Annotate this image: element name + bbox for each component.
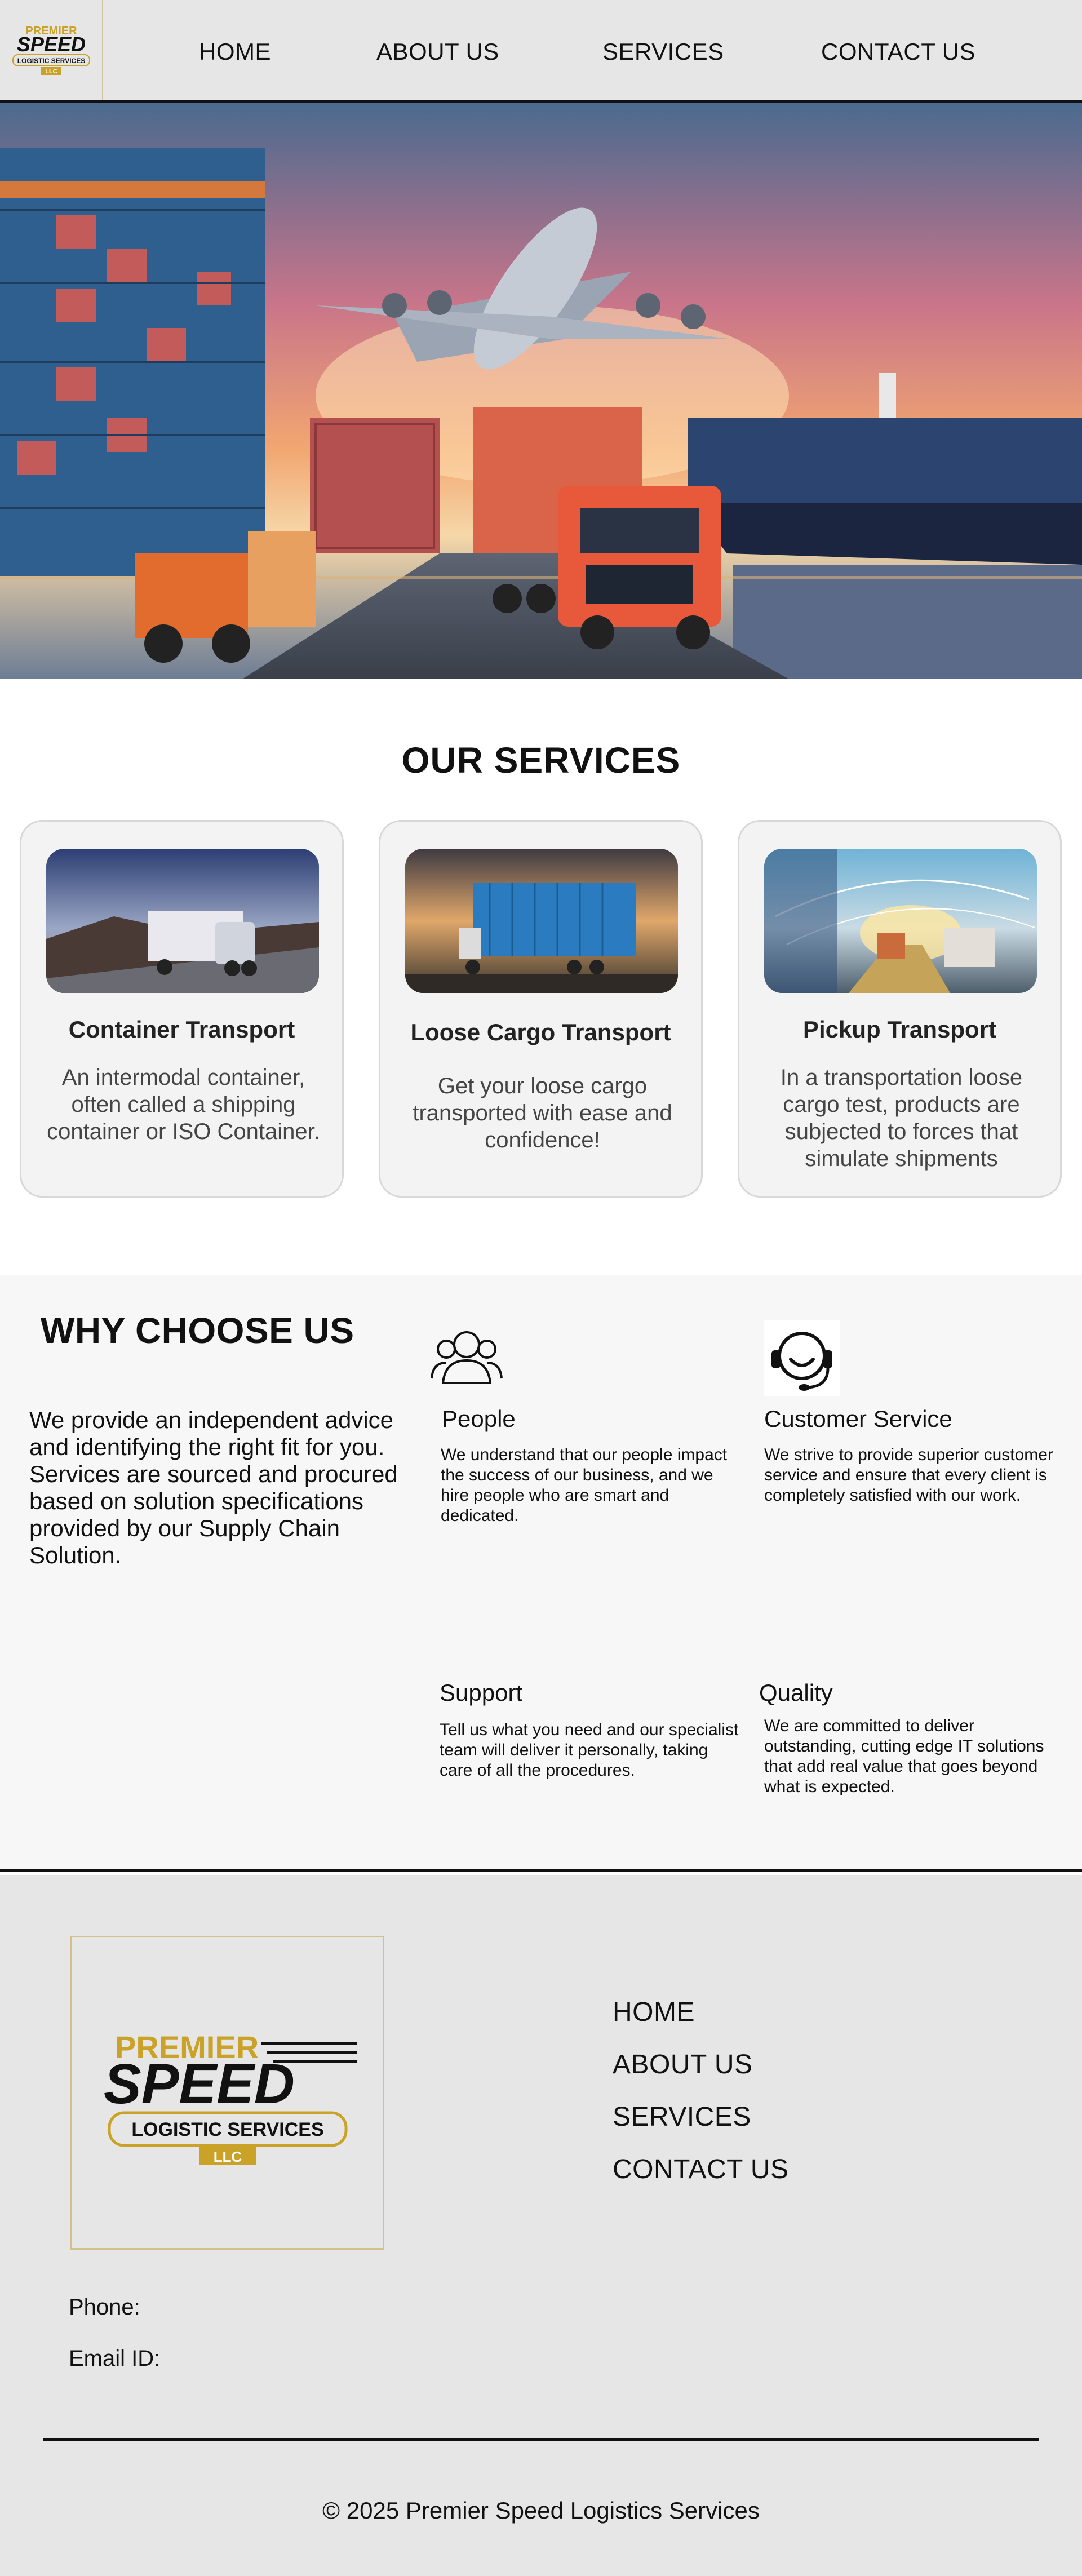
people-icon (428, 1320, 505, 1396)
site-header: PREMIER SPEED LOGISTIC SERVICES LLC HOME… (0, 0, 1082, 103)
nav-services[interactable]: SERVICES (602, 38, 724, 65)
footer-nav-services[interactable]: SERVICES (613, 2101, 751, 2132)
container-transport-image (46, 849, 319, 993)
feature-text-people: We understand that our people impact the… (441, 1446, 728, 1525)
service-card-container[interactable]: Container Transport An intermodal contai… (20, 820, 344, 1198)
svg-text:SPEED: SPEED (104, 2052, 295, 2116)
card-description: Get your loose cargo transported with ea… (413, 1074, 672, 1152)
pickup-transport-image (764, 849, 1037, 993)
feature-title-customer-service: Customer Service (764, 1406, 952, 1432)
footer-divider (43, 2438, 1039, 2441)
site-footer: PREMIER SPEED LOGISTIC SERVICES LLC HOME… (0, 1875, 1082, 2576)
why-title: WHY CHOOSE US (41, 1310, 354, 1351)
card-description: In a transportation loose cargo test, pr… (780, 1065, 1023, 1171)
nav-about-us[interactable]: ABOUT US (376, 38, 499, 65)
nav-home[interactable]: HOME (199, 38, 271, 65)
feature-text-support: Tell us what you need and our specialist… (440, 1721, 739, 1780)
loose-cargo-image (405, 849, 678, 993)
card-title: Container Transport (68, 1016, 295, 1043)
service-card-pickup[interactable]: Pickup Transport In a transportation loo… (738, 820, 1062, 1198)
footer-nav-about-us[interactable]: ABOUT US (613, 2049, 753, 2080)
nav-contact-us[interactable]: CONTACT US (821, 38, 975, 65)
feature-title-support: Support (440, 1679, 523, 1706)
card-title: Loose Cargo Transport (410, 1019, 671, 1045)
why-intro-text: We provide an independent advice and ide… (29, 1407, 398, 1568)
main-nav: HOME ABOUT US SERVICES CONTACT US (0, 0, 1082, 100)
feature-text-quality: We are committed to deliver outstanding,… (764, 1717, 1044, 1796)
why-choose-us-section: WHY CHOOSE US We provide an independent … (0, 1275, 1082, 1872)
footer-logo[interactable]: PREMIER SPEED LOGISTIC SERVICES LLC (70, 1936, 384, 2250)
svg-text:LOGISTIC SERVICES: LOGISTIC SERVICES (131, 2119, 323, 2140)
feature-text-customer-service: We strive to provide superior customer s… (764, 1446, 1053, 1505)
footer-nav-home[interactable]: HOME (613, 1997, 695, 2028)
copyright-text: © 2025 Premier Speed Logistics Services (322, 2497, 760, 2524)
phone-label: Phone: (69, 2295, 140, 2320)
card-description: An intermodal container, often called a … (47, 1065, 320, 1144)
services-title: OUR SERVICES (401, 740, 681, 781)
svg-text:LLC: LLC (213, 2148, 242, 2165)
footer-nav-contact-us[interactable]: CONTACT US (613, 2154, 789, 2185)
email-label: Email ID: (69, 2346, 161, 2371)
headset-icon (764, 1320, 840, 1396)
service-card-loose-cargo[interactable]: Loose Cargo Transport Get your loose car… (379, 820, 703, 1198)
card-title: Pickup Transport (802, 1016, 997, 1043)
hero-image (0, 103, 1082, 679)
feature-title-quality: Quality (759, 1679, 833, 1706)
feature-title-people: People (442, 1406, 516, 1432)
